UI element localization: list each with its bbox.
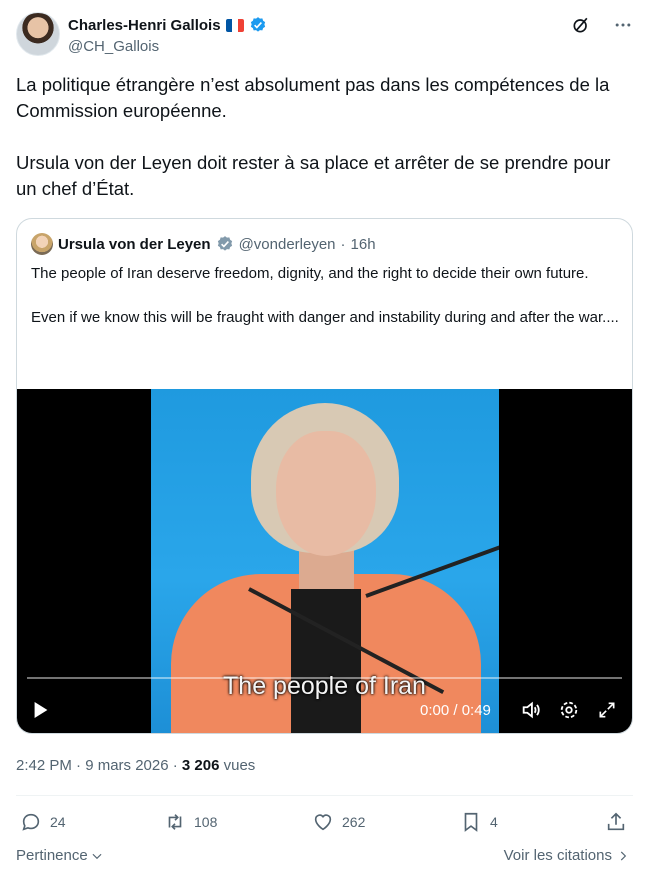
video-player[interactable]: The people of Iran 0:00 / 0:49 — [17, 389, 632, 733]
tweet-top-actions — [570, 14, 634, 36]
sort-label: Pertinence — [16, 847, 88, 864]
bookmark-count: 4 — [490, 814, 498, 830]
action-bar: 24 108 262 4 — [16, 808, 633, 836]
repost-count: 108 — [194, 814, 218, 830]
views-label: vues — [219, 757, 256, 774]
quoted-time: 16h — [350, 235, 376, 253]
view-quotes-link[interactable]: Voir les citations — [504, 847, 630, 864]
views-count: 3 206 — [181, 757, 220, 774]
share-icon — [607, 812, 625, 831]
share-button[interactable] — [605, 808, 627, 836]
settings-gear-icon[interactable] — [557, 698, 581, 722]
bookmark-button[interactable]: 4 — [460, 808, 498, 836]
repost-button[interactable]: 108 — [164, 808, 217, 836]
repost-icon — [168, 814, 182, 830]
fullscreen-icon[interactable] — [595, 698, 619, 722]
more-icon[interactable] — [612, 14, 634, 36]
view-quotes-label: Voir les citations — [503, 847, 612, 864]
quoted-verified-badge-icon — [216, 235, 234, 253]
quoted-author-avatar — [31, 233, 53, 255]
verified-badge-icon — [249, 16, 267, 34]
like-button[interactable]: 262 — [312, 808, 365, 836]
tweet-text: La politique étrangère n’est absolument … — [16, 74, 611, 199]
divider — [16, 795, 633, 796]
author-avatar[interactable] — [16, 12, 60, 56]
author-handle[interactable]: @CH_Gallois — [68, 38, 267, 55]
author-block: Charles-Henri Gallois @CH_Gallois — [68, 15, 267, 55]
like-count: 262 — [342, 814, 366, 830]
grok-icon[interactable] — [570, 14, 592, 36]
quoted-tweet-text: The people of Iran deserve freedom, dign… — [31, 265, 619, 326]
quoted-separator: · — [340, 235, 346, 253]
reply-count: 24 — [50, 814, 66, 830]
bookmark-icon — [464, 812, 478, 832]
quoted-tweet[interactable]: Ursula von der Leyen @vonderleyen · 16h … — [16, 218, 633, 734]
tweet-meta: 2:42 PM · 9 mars 2026 · 3 206 vues — [16, 757, 255, 774]
france-flag-icon — [225, 18, 244, 32]
play-icon[interactable] — [31, 699, 51, 721]
video-time: 0:00 / 0:49 — [420, 702, 491, 719]
quoted-author-handle: @vonderleyen — [238, 235, 336, 253]
video-speaker-top — [291, 589, 361, 733]
quoted-tweet-header: Ursula von der Leyen @vonderleyen · 16h — [31, 233, 376, 255]
author-name[interactable]: Charles-Henri Gallois — [68, 17, 221, 34]
tweet-timestamp[interactable]: 2:42 PM · 9 mars 2026 · — [16, 757, 182, 774]
heart-icon — [314, 814, 332, 831]
video-speaker-face — [276, 431, 376, 556]
chevron-down-icon — [92, 853, 102, 859]
video-progress-bar[interactable] — [27, 677, 622, 679]
quoted-author-name: Ursula von der Leyen — [58, 235, 211, 253]
chevron-right-icon — [620, 851, 627, 860]
volume-icon[interactable] — [519, 698, 543, 722]
reply-icon — [22, 813, 40, 831]
sort-dropdown[interactable]: Pertinence — [16, 847, 104, 864]
reply-button[interactable]: 24 — [20, 808, 66, 836]
